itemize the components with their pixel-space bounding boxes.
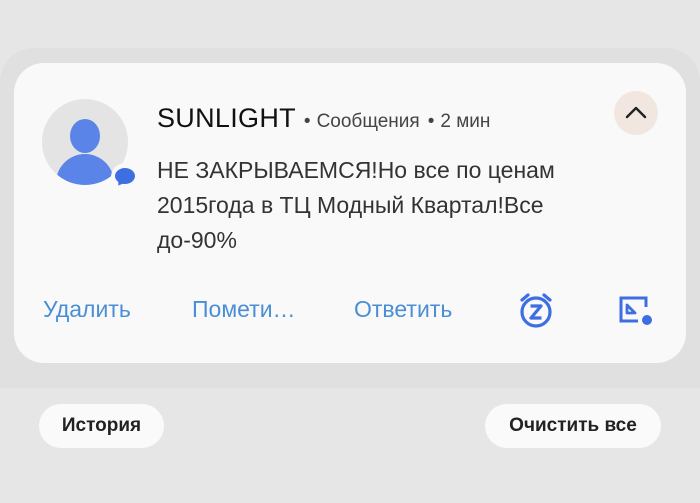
chevron-up-icon: [625, 106, 647, 119]
reply-button[interactable]: Ответить: [354, 296, 452, 323]
avatar-head: [70, 119, 100, 153]
popup-view-button[interactable]: [618, 295, 654, 332]
snooze-button[interactable]: [517, 291, 555, 334]
snooze-alarm-icon: [520, 293, 552, 328]
separator-dot: •: [427, 111, 435, 132]
collapse-button[interactable]: [614, 91, 658, 135]
clear-all-button[interactable]: Очистить все: [485, 404, 661, 448]
sender-name: SUNLIGHT: [157, 103, 296, 133]
messages-badge-icon: [111, 163, 139, 191]
mark-read-button[interactable]: Помети…: [192, 296, 296, 323]
delete-button[interactable]: Удалить: [43, 296, 131, 323]
notification-card[interactable]: SUNLIGHT • Сообщения • 2 мин НЕ ЗАКРЫВАЕ…: [14, 63, 686, 363]
app-name: Сообщения: [316, 111, 420, 132]
notification-time: 2 мин: [440, 111, 491, 132]
separator-dot: •: [303, 111, 311, 132]
popup-view-icon: [619, 296, 652, 325]
avatar-shoulders: [56, 154, 114, 185]
notification-header: SUNLIGHT • Сообщения • 2 мин: [157, 103, 490, 139]
history-button[interactable]: История: [39, 404, 164, 448]
notification-message: НЕ ЗАКРЫВАЕМСЯ!Но все по ценам 2015года …: [157, 157, 555, 253]
